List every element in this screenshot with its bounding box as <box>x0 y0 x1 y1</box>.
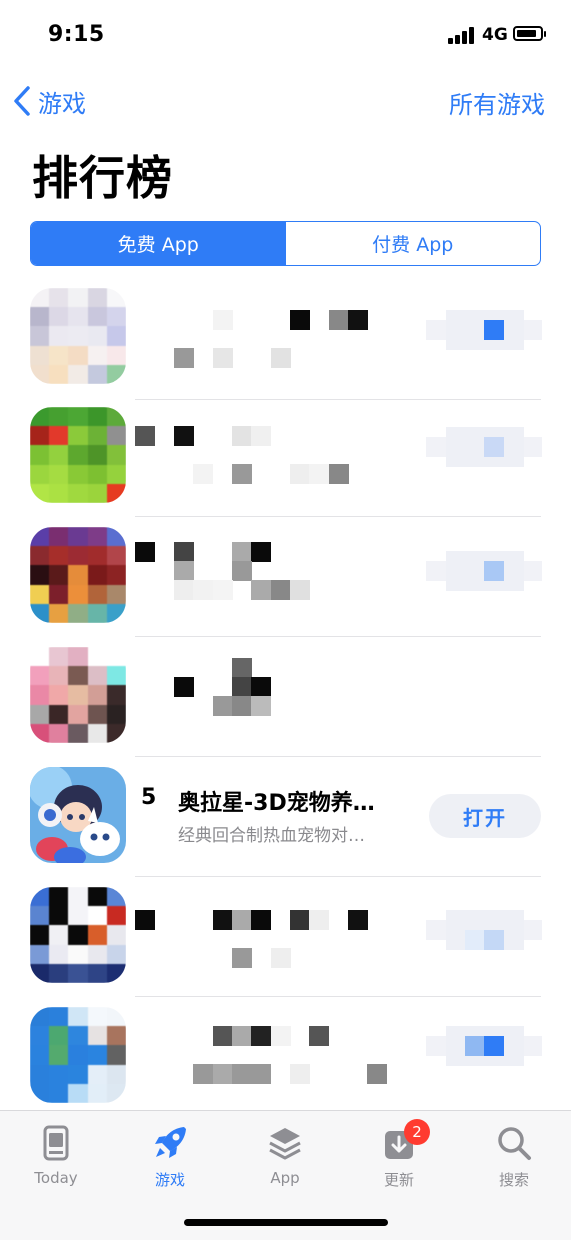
get-button-placeholder[interactable] <box>426 310 542 350</box>
network-type: 4G <box>482 25 508 45</box>
list-item[interactable]: 5 奥拉星-3D宠物养… 经典回合制热血宠物对… 打开 <box>0 757 571 877</box>
tab-games[interactable]: 游戏 <box>130 1123 210 1190</box>
layers-icon <box>269 1128 301 1160</box>
home-indicator <box>184 1219 388 1226</box>
get-button-placeholder[interactable] <box>426 910 542 950</box>
app-icon <box>30 407 126 503</box>
open-button[interactable]: 打开 <box>429 794 541 838</box>
list-item[interactable] <box>0 397 571 517</box>
list-item[interactable] <box>0 280 571 400</box>
tab-apps[interactable]: App <box>245 1123 325 1187</box>
back-button[interactable]: 游戏 <box>12 84 86 118</box>
segment-free[interactable]: 免费 App <box>31 222 286 265</box>
app-icon <box>30 288 126 384</box>
today-icon <box>43 1125 69 1161</box>
get-button-placeholder[interactable] <box>426 551 542 591</box>
search-icon <box>498 1127 531 1160</box>
tab-label: App <box>270 1169 300 1187</box>
list-item[interactable] <box>0 517 571 637</box>
app-icon <box>30 887 126 983</box>
update-count-badge: 2 <box>404 1119 430 1145</box>
segmented-control: 免费 App 付费 App <box>30 221 541 266</box>
chevron-left-icon <box>14 86 30 116</box>
tab-search[interactable]: 搜索 <box>474 1123 554 1190</box>
status-bar: 9:15 4G <box>0 0 571 70</box>
app-icon <box>30 647 126 743</box>
page-title: 排行榜 <box>32 151 173 205</box>
all-games-link[interactable]: 所有游戏 <box>449 85 545 120</box>
tab-today[interactable]: Today <box>16 1123 96 1187</box>
battery-icon <box>513 26 546 41</box>
tab-label: Today <box>34 1169 78 1187</box>
app-icon <box>30 527 126 623</box>
status-time: 9:15 <box>48 22 105 47</box>
rocket-icon <box>155 1127 186 1158</box>
app-name: 奥拉星-3D宠物养… <box>178 791 375 816</box>
list-item[interactable] <box>0 877 571 997</box>
list-item[interactable] <box>0 997 571 1117</box>
app-rank: 5 <box>141 785 157 810</box>
app-icon <box>30 767 126 863</box>
tab-label: 更新 <box>383 1171 414 1189</box>
get-button-placeholder[interactable] <box>426 427 542 467</box>
app-icon <box>30 1007 126 1103</box>
list-item[interactable] <box>0 637 571 757</box>
back-label: 游戏 <box>38 89 86 118</box>
app-subtitle: 经典回合制热血宠物对… <box>178 826 365 846</box>
tab-updates[interactable]: 2 更新 <box>359 1119 439 1190</box>
get-button-placeholder[interactable] <box>426 1026 542 1066</box>
segment-paid[interactable]: 付费 App <box>286 222 541 265</box>
tab-label: 游戏 <box>154 1171 185 1189</box>
tab-label: 搜索 <box>498 1171 529 1189</box>
signal-icon <box>448 26 476 44</box>
